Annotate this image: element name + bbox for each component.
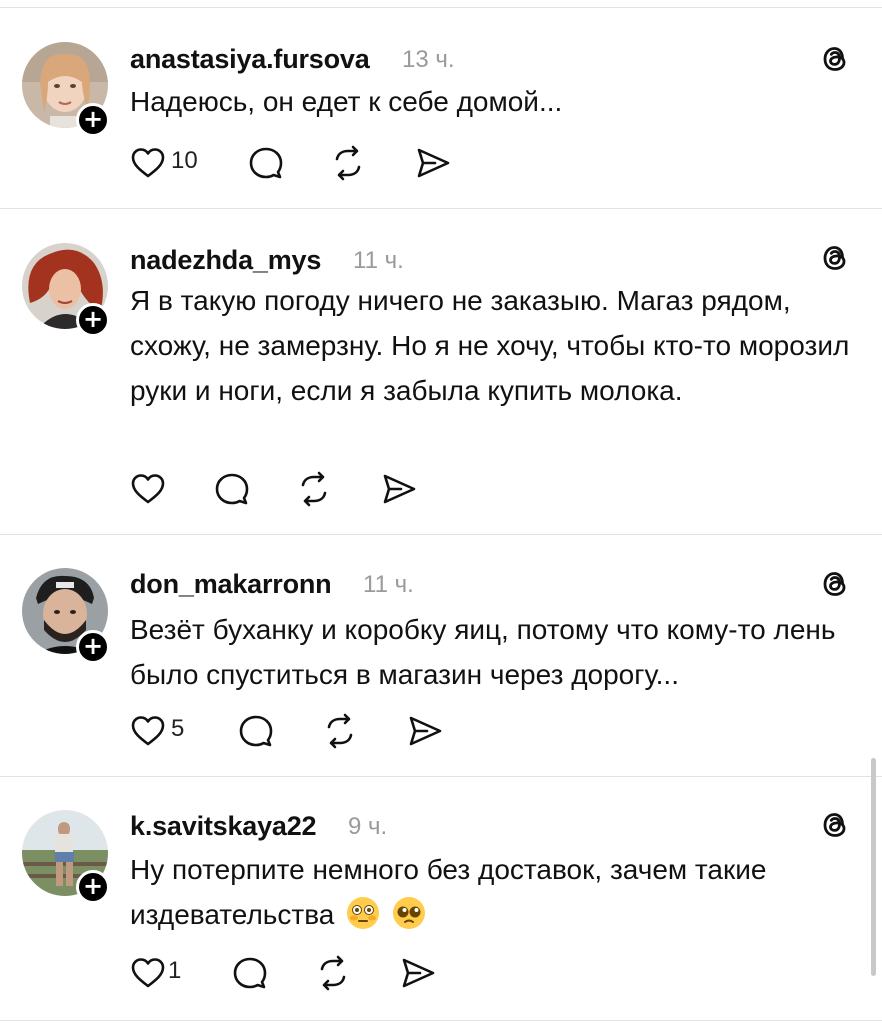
post-time: 11 ч. <box>363 571 414 598</box>
heart-icon <box>131 148 165 178</box>
share-button[interactable] <box>407 713 443 749</box>
flushed-face-emoji-icon <box>347 897 380 929</box>
post-actions: 5 <box>130 713 470 753</box>
like-button[interactable] <box>130 471 166 507</box>
divider <box>0 534 882 535</box>
like-button[interactable] <box>130 713 166 749</box>
threads-logo-icon[interactable] <box>818 42 852 76</box>
username[interactable]: k.savitskaya22 <box>130 811 317 842</box>
repost-icon <box>301 471 327 507</box>
like-count: 10 <box>171 147 198 174</box>
heart-icon <box>131 958 165 988</box>
follow-plus-icon[interactable]: + <box>76 870 110 904</box>
threads-logo-icon[interactable] <box>818 241 852 275</box>
repost-button[interactable] <box>315 955 351 991</box>
like-button[interactable] <box>130 955 166 991</box>
share-button[interactable] <box>381 471 417 507</box>
like-count: 5 <box>171 715 185 742</box>
post-text: Надеюсь, он едет к себе домой... <box>130 86 563 117</box>
username[interactable]: anastasiya.fursova <box>130 44 370 75</box>
repost-button[interactable] <box>322 713 358 749</box>
pleading-face-emoji-icon <box>392 897 425 929</box>
post-time: 11 ч. <box>353 247 404 274</box>
threads-logo-icon[interactable] <box>818 808 852 842</box>
username[interactable]: don_makarronn <box>130 569 332 600</box>
post-actions: 1 <box>130 955 440 995</box>
follow-plus-icon[interactable]: + <box>76 630 110 664</box>
like-button[interactable] <box>130 145 166 181</box>
scrollbar[interactable] <box>871 758 876 976</box>
username[interactable]: nadezhda_mys <box>130 245 321 276</box>
post-time: 9 ч. <box>348 813 388 840</box>
post-time: 13 ч. <box>402 46 455 73</box>
divider <box>0 1020 882 1021</box>
follow-plus-icon[interactable]: + <box>76 303 110 337</box>
threads-logo-icon[interactable] <box>818 567 852 601</box>
post-actions: 10 <box>130 145 470 185</box>
send-icon <box>383 474 416 504</box>
repost-button[interactable] <box>296 471 332 507</box>
comment-bubble-icon <box>215 473 249 505</box>
share-button[interactable] <box>415 145 451 181</box>
divider <box>0 776 882 777</box>
comment-button[interactable] <box>238 713 274 749</box>
comment-bubble-icon <box>233 957 267 989</box>
comment-bubble-icon <box>239 715 273 747</box>
divider <box>0 208 882 209</box>
repost-button[interactable] <box>330 145 366 181</box>
post-text: Везёт буханку и коробку яиц, потому что … <box>130 614 836 690</box>
comment-button[interactable] <box>248 145 284 181</box>
post-text-content: Ну потерпите немного без доставок, зачем… <box>130 854 767 930</box>
heart-icon <box>131 474 165 504</box>
comment-button[interactable] <box>232 955 268 991</box>
heart-icon <box>131 716 165 746</box>
follow-plus-icon[interactable]: + <box>76 103 110 137</box>
comment-bubble-icon <box>249 147 283 179</box>
send-icon <box>417 148 450 178</box>
repost-icon <box>327 713 353 749</box>
send-icon <box>402 958 435 988</box>
repost-icon <box>320 955 346 991</box>
divider <box>0 7 882 8</box>
repost-icon <box>335 145 361 181</box>
share-button[interactable] <box>400 955 436 991</box>
send-icon <box>409 716 442 746</box>
post-text: Я в такую погоду ничего не заказыю. Мага… <box>130 285 850 406</box>
like-count: 1 <box>168 957 182 984</box>
post-actions <box>130 471 430 511</box>
comment-button[interactable] <box>214 471 250 507</box>
post-text: Ну потерпите немного без доставок, зачем… <box>130 847 865 937</box>
